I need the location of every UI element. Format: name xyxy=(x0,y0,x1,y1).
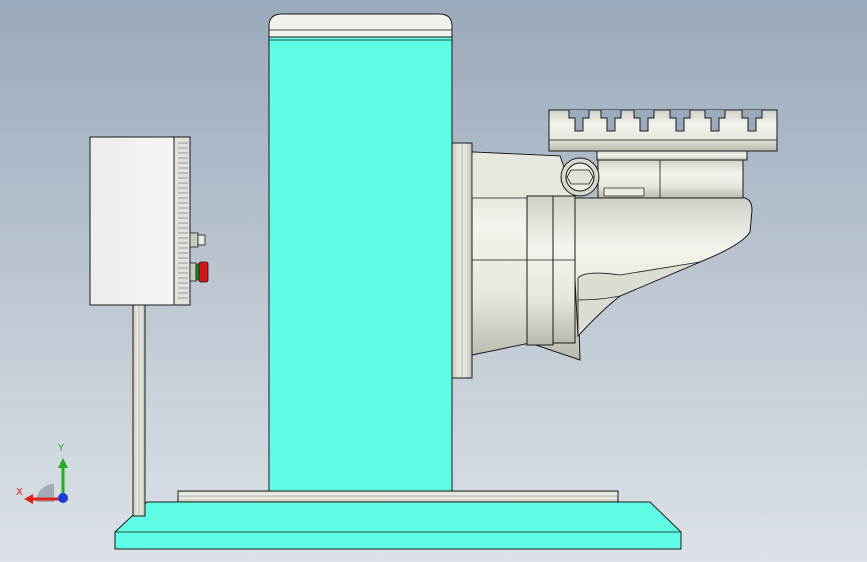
selector-switch[interactable] xyxy=(189,232,206,248)
base-plate xyxy=(114,490,682,550)
column-cap xyxy=(268,13,453,38)
vertical-column xyxy=(268,13,453,492)
base-flange xyxy=(177,490,619,503)
cad-viewport[interactable]: X Y xyxy=(0,0,867,562)
t-slot-table xyxy=(548,109,778,152)
model-view[interactable] xyxy=(0,0,867,562)
y-axis-label: Y xyxy=(58,443,65,454)
cable-conduit xyxy=(132,304,146,517)
z-axis-arrow xyxy=(58,493,68,503)
tilt-arm xyxy=(574,197,753,338)
control-box xyxy=(89,136,209,306)
rotary-head xyxy=(451,142,753,379)
emergency-stop-button[interactable] xyxy=(189,261,209,283)
orientation-triad xyxy=(24,458,68,504)
hex-nut-icon xyxy=(566,169,594,185)
x-axis-label: X xyxy=(16,487,23,498)
